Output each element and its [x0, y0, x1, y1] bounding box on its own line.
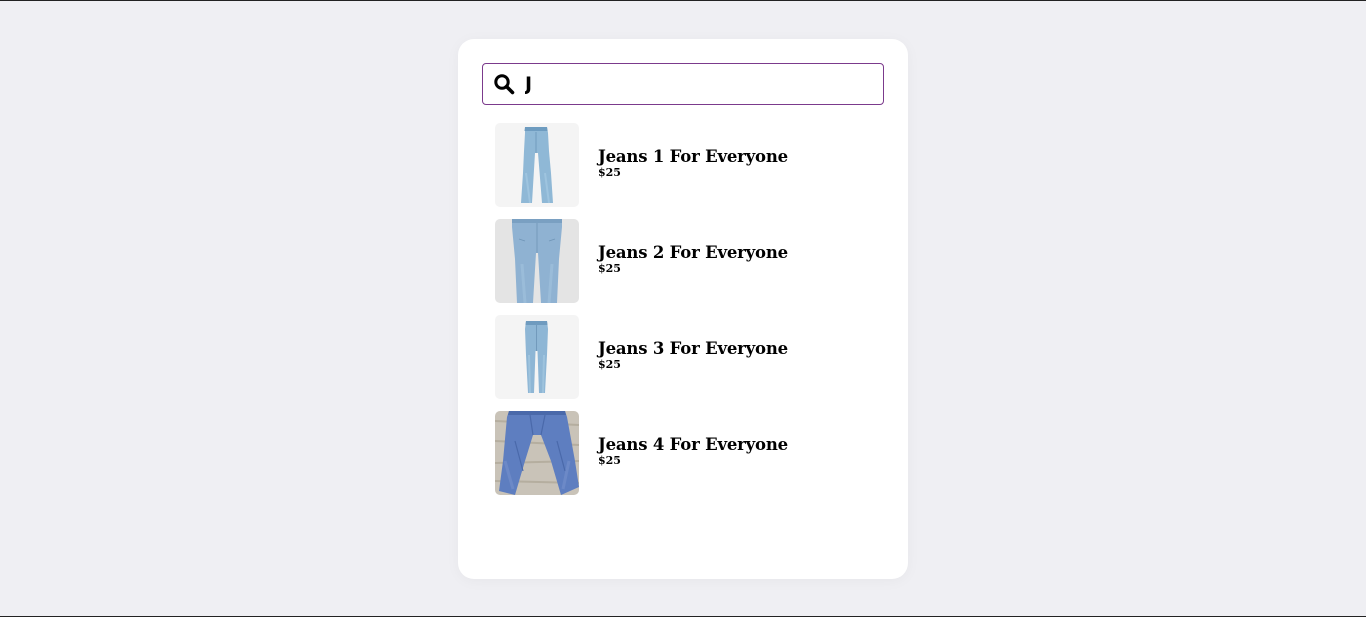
window-top-border: [0, 0, 1366, 1]
result-info: Jeans 1 For Everyone $25: [598, 146, 788, 179]
result-name: Jeans 3 For Everyone: [598, 338, 788, 358]
result-name: Jeans 2 For Everyone: [598, 242, 788, 262]
result-price: $25: [598, 453, 621, 467]
result-price: $25: [598, 165, 621, 179]
result-info: Jeans 2 For Everyone $25: [598, 242, 788, 275]
search-input[interactable]: [525, 65, 865, 103]
result-name: Jeans 1 For Everyone: [598, 146, 788, 166]
jeans-4-image: [495, 411, 579, 495]
result-price: $25: [598, 357, 621, 371]
list-item[interactable]: Jeans 1 For Everyone $25: [495, 123, 885, 207]
search-card: Jeans 1 For Everyone $25 Jeans 2 For Ev: [458, 39, 908, 579]
jeans-2-image: [495, 219, 579, 303]
list-item[interactable]: Jeans 2 For Everyone $25: [495, 219, 885, 303]
search-icon: [493, 73, 515, 95]
list-item[interactable]: Jeans 3 For Everyone $25: [495, 315, 885, 399]
search-box[interactable]: [482, 63, 884, 105]
jeans-3-image: [495, 315, 579, 399]
result-price: $25: [598, 261, 621, 275]
list-item[interactable]: Jeans 4 For Everyone $25: [495, 411, 885, 495]
result-info: Jeans 3 For Everyone $25: [598, 338, 788, 371]
search-results-list: Jeans 1 For Everyone $25 Jeans 2 For Eve…: [495, 123, 885, 507]
jeans-1-image: [495, 123, 579, 207]
result-info: Jeans 4 For Everyone $25: [598, 434, 788, 467]
result-name: Jeans 4 For Everyone: [598, 434, 788, 454]
